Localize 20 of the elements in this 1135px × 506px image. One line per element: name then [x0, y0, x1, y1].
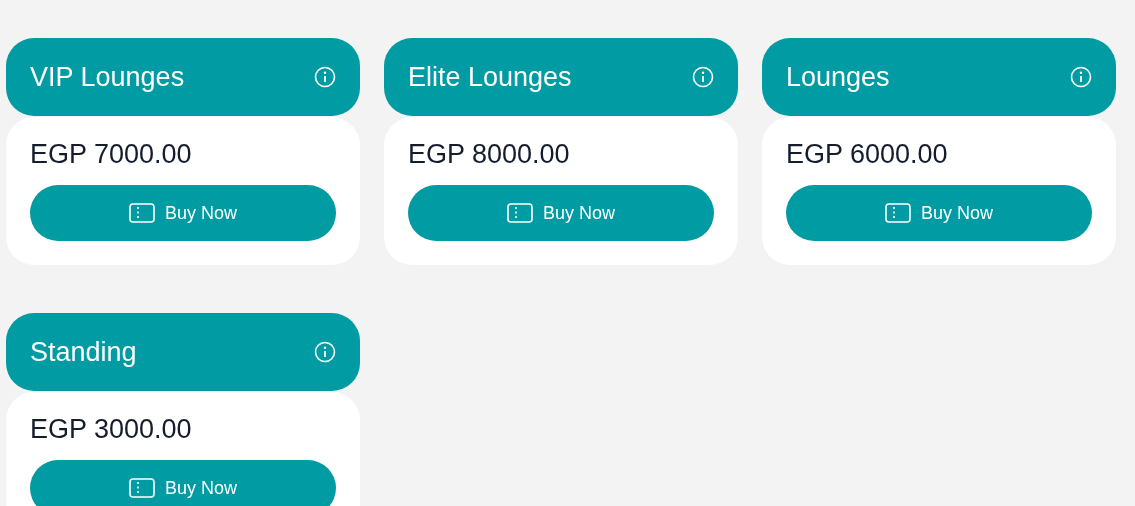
- info-icon[interactable]: [314, 66, 336, 88]
- info-icon[interactable]: [314, 341, 336, 363]
- ticket-price: EGP 6000.00: [786, 138, 949, 171]
- ticket-price: EGP 3000.00: [30, 413, 193, 446]
- ticket-icon: [129, 203, 155, 223]
- ticket-price: EGP 7000.00: [30, 138, 193, 171]
- buy-now-button[interactable]: Buy Now: [408, 185, 714, 241]
- buy-now-button[interactable]: Buy Now: [786, 185, 1092, 241]
- info-icon[interactable]: [692, 66, 714, 88]
- buy-now-button[interactable]: Buy Now: [30, 460, 336, 506]
- ticket-icon: [885, 203, 911, 223]
- buy-now-button[interactable]: Buy Now: [30, 185, 336, 241]
- ticket-name: VIP Lounges: [30, 61, 185, 93]
- info-icon[interactable]: [1070, 66, 1092, 88]
- ticket-name: Elite Lounges: [408, 61, 572, 93]
- ticket-icon: [507, 203, 533, 223]
- ticket-icon: [129, 478, 155, 498]
- ticket-name: Lounges: [786, 61, 890, 93]
- ticket-name: Standing: [30, 336, 137, 368]
- ticket-price: EGP 8000.00: [408, 138, 571, 171]
